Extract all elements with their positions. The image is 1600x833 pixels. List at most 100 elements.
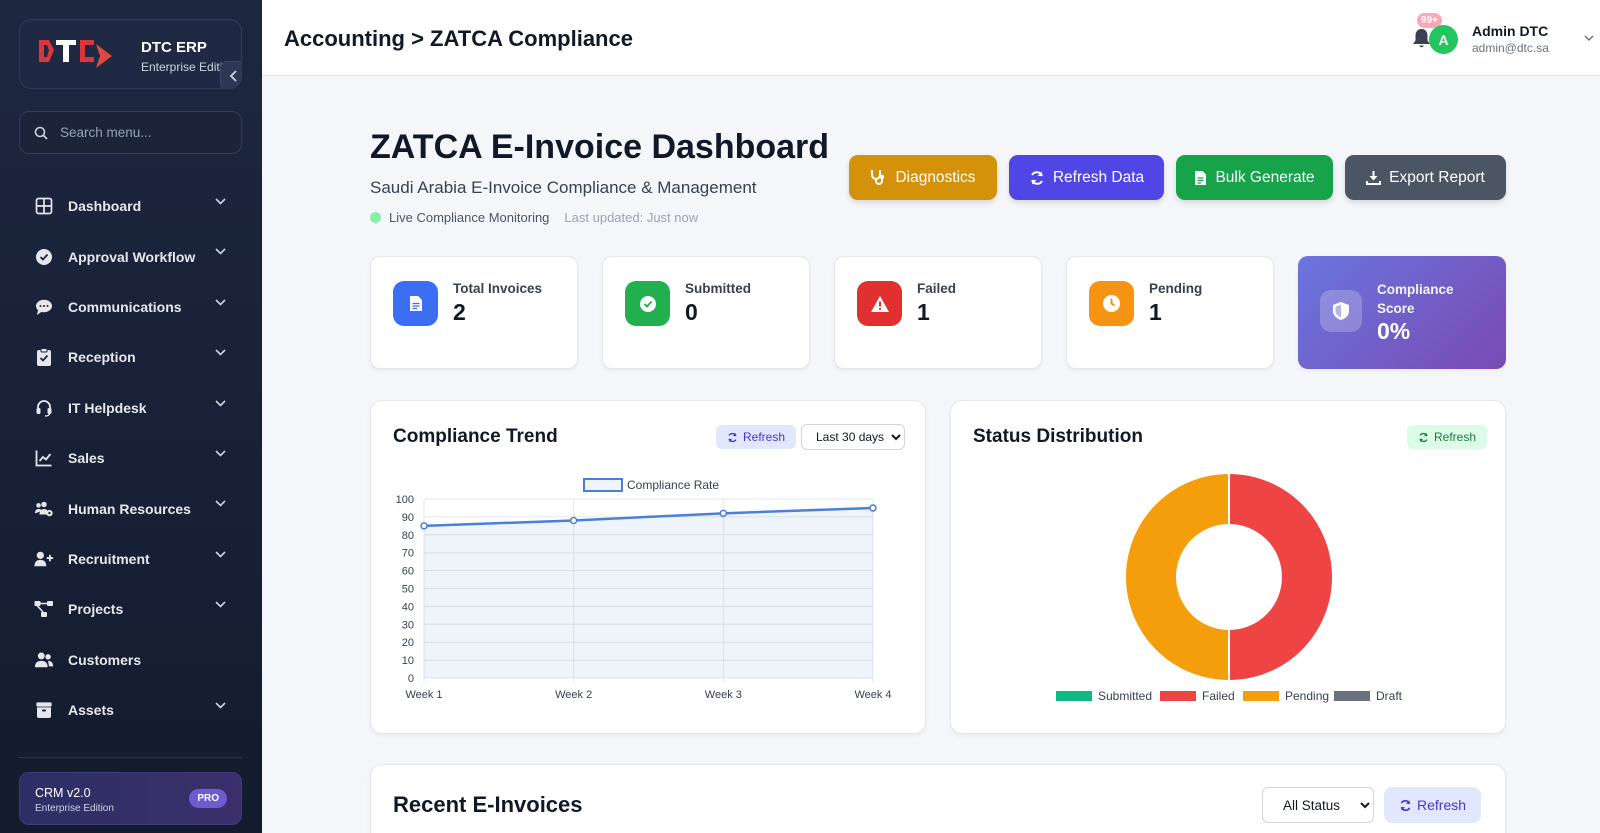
y-tick-label: 100 xyxy=(396,494,414,506)
data-point xyxy=(719,509,728,518)
sidebar: DTC ERP Enterprise Edition Dashboard App… xyxy=(0,0,262,833)
breadcrumb: Accounting > ZATCA Compliance xyxy=(284,26,633,51)
legend-swatch xyxy=(1160,691,1196,701)
refresh-data-label: Refresh Data xyxy=(1052,168,1145,186)
refresh-label: Refresh xyxy=(1417,797,1467,813)
recent-invoices-panel: Recent E-Invoices All Status Refresh xyxy=(370,764,1506,833)
legend-label: Submitted xyxy=(1098,689,1152,703)
invoice-icon xyxy=(393,281,438,326)
chat-icon xyxy=(34,297,54,317)
top-bar: Accounting > ZATCA Compliance 99+ A Admi… xyxy=(262,0,1600,76)
sidebar-item-communications[interactable]: Communications xyxy=(0,282,262,332)
refresh-icon xyxy=(1030,170,1043,185)
y-tick-label: 50 xyxy=(402,584,414,596)
stat-value: 0 xyxy=(685,299,698,325)
sidebar-item-label: IT Helpdesk xyxy=(68,399,147,416)
file-icon xyxy=(1195,170,1207,185)
chevron-down-icon xyxy=(215,450,226,457)
export-report-button[interactable]: Export Report xyxy=(1345,155,1506,200)
sidebar-item-label: Dashboard xyxy=(68,198,142,215)
sidebar-item-human-resources[interactable]: Human Resources xyxy=(0,483,262,533)
compliance-trend-panel: Compliance Trend Refresh Last 30 days 01… xyxy=(370,400,926,734)
y-tick-label: 10 xyxy=(402,655,414,667)
sidebar-item-customers[interactable]: Customers xyxy=(0,635,262,685)
sidebar-item-dashboard[interactable]: Dashboard xyxy=(0,181,262,231)
user-email: admin@dtc.sa xyxy=(1472,41,1549,55)
legend-swatch xyxy=(583,478,623,492)
y-tick-label: 80 xyxy=(402,530,414,542)
collapse-sidebar-button[interactable] xyxy=(220,61,241,88)
y-tick-label: 70 xyxy=(402,548,414,560)
chevron-down-icon xyxy=(215,349,226,356)
diagnostics-label: Diagnostics xyxy=(895,168,976,186)
sidebar-search[interactable] xyxy=(19,111,242,154)
refresh-data-button[interactable]: Refresh Data xyxy=(1009,155,1164,200)
diagnostics-button[interactable]: Diagnostics xyxy=(849,155,997,200)
chevron-down-icon xyxy=(215,551,226,558)
y-tick-label: 90 xyxy=(402,512,414,524)
page-subtitle: Saudi Arabia E-Invoice Compliance & Mana… xyxy=(370,178,757,197)
search-icon xyxy=(34,126,48,140)
stat-label: Compliance Score xyxy=(1377,282,1454,316)
sidebar-item-sales[interactable]: Sales xyxy=(0,433,262,483)
donut-slice-pending xyxy=(1124,471,1230,683)
chevron-down-icon xyxy=(215,500,226,507)
chevron-down-icon[interactable] xyxy=(1584,35,1594,42)
live-status: Live Compliance Monitoring Last updated:… xyxy=(370,210,698,225)
compliance-trend-chart: 0 10 20 30 40 50 60 70 80 90 100 Week 1 Week 2 Week 3… xyxy=(396,478,892,701)
y-tick-label: 40 xyxy=(402,601,414,613)
x-tick-label: Week 2 xyxy=(555,689,592,701)
sidebar-item-reception[interactable]: Reception xyxy=(0,332,262,382)
chevron-down-icon xyxy=(215,198,226,205)
x-tick-label: Week 1 xyxy=(405,689,442,701)
sidebar-item-label: Customers xyxy=(68,651,142,668)
avatar[interactable]: A xyxy=(1429,25,1458,54)
stat-label: Submitted xyxy=(685,281,751,296)
sidebar-item-label: Assets xyxy=(68,702,114,719)
y-tick-label: 30 xyxy=(402,619,414,631)
version-label: CRM v2.0 xyxy=(35,786,91,800)
user-plus-icon xyxy=(34,549,54,569)
chevron-down-icon xyxy=(215,702,226,709)
shield-icon xyxy=(1320,290,1362,332)
box-icon xyxy=(34,700,54,720)
clipboard-check-icon xyxy=(34,347,54,367)
panel-title: Recent E-Invoices xyxy=(393,792,583,817)
user-name[interactable]: Admin DTC xyxy=(1472,23,1548,39)
stat-label: Total Invoices xyxy=(453,281,543,296)
pro-badge: PRO xyxy=(189,789,227,808)
data-point xyxy=(869,504,877,512)
stethoscope-icon xyxy=(871,170,885,185)
project-diagram-icon xyxy=(34,599,54,619)
sidebar-item-it-helpdesk[interactable]: IT Helpdesk xyxy=(0,383,262,433)
sidebar-item-recruitment[interactable]: Recruitment xyxy=(0,534,262,584)
chevron-down-icon xyxy=(215,601,226,608)
legend-label: Draft xyxy=(1376,689,1403,703)
stat-card-pending: Pending 1 xyxy=(1066,256,1274,369)
sidebar-item-approval-workflow[interactable]: Approval Workflow xyxy=(0,231,262,281)
stat-card-failed: Failed 1 xyxy=(834,256,1042,369)
y-tick-label: 60 xyxy=(402,566,414,578)
y-tick-label: 20 xyxy=(402,637,414,649)
chevron-down-icon xyxy=(215,299,226,306)
x-tick-label: Week 4 xyxy=(854,689,891,701)
version-card: CRM v2.0 Enterprise Edition PRO xyxy=(19,772,242,825)
sidebar-item-assets[interactable]: Assets xyxy=(0,685,262,735)
clock-icon xyxy=(1089,281,1134,326)
export-report-label: Export Report xyxy=(1389,168,1485,186)
stat-value: 1 xyxy=(917,299,930,325)
legend-label: Compliance Rate xyxy=(627,478,719,492)
sidebar-nav: Dashboard Approval Workflow Communicatio… xyxy=(0,181,262,735)
recent-refresh-button[interactable]: Refresh xyxy=(1384,787,1482,823)
x-tick-label: Week 3 xyxy=(705,689,742,701)
stat-label: Failed xyxy=(917,281,957,296)
sidebar-item-label: Human Resources xyxy=(68,500,191,517)
search-input[interactable] xyxy=(60,125,220,140)
status-filter-select[interactable]: All Status xyxy=(1262,787,1374,823)
chevron-down-icon xyxy=(215,248,226,256)
sidebar-item-projects[interactable]: Projects xyxy=(0,584,262,634)
sidebar-item-label: Projects xyxy=(68,601,124,618)
edition-label: Enterprise Edition xyxy=(35,803,114,814)
brand-card[interactable]: DTC ERP Enterprise Edition xyxy=(19,19,242,89)
bulk-generate-button[interactable]: Bulk Generate xyxy=(1176,155,1333,200)
